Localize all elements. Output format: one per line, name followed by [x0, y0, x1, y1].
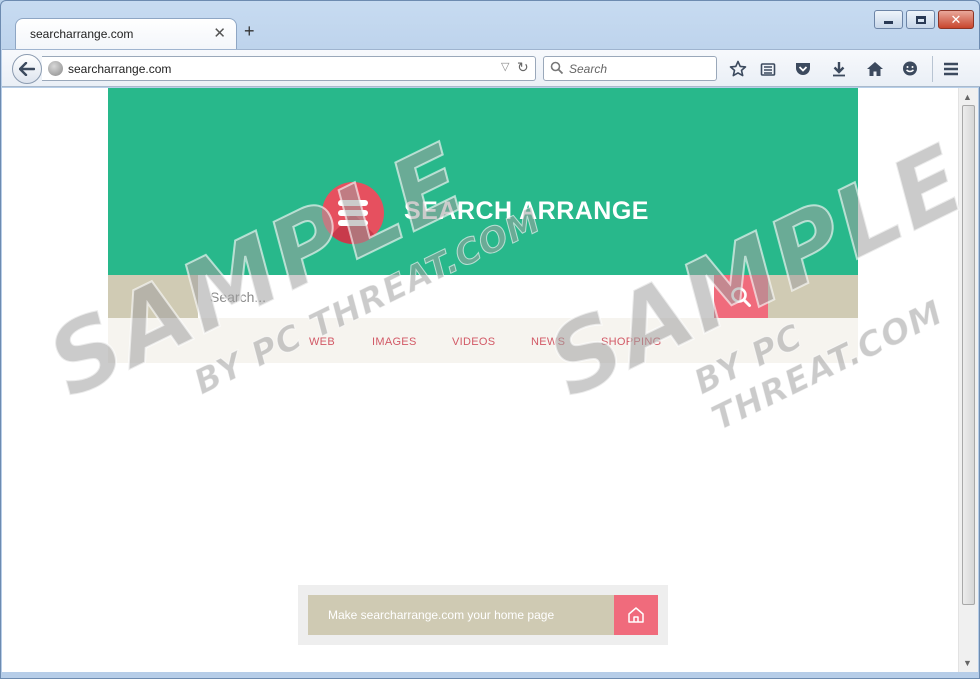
minimize-icon — [884, 21, 893, 24]
scroll-down-icon[interactable]: ▼ — [963, 658, 972, 668]
home-outline-icon — [628, 607, 644, 623]
globe-icon — [48, 61, 63, 76]
download-icon[interactable] — [828, 58, 850, 80]
browser-search-input[interactable]: Search — [543, 56, 717, 81]
set-homepage-text: Make searcharrange.com your home page — [328, 608, 555, 622]
vertical-scrollbar[interactable]: ▲ ▼ — [958, 88, 978, 672]
maximize-button[interactable] — [906, 10, 935, 29]
menu-icon[interactable] — [940, 58, 962, 80]
search-icon — [731, 286, 751, 307]
set-homepage-box: Make searcharrange.com your home page — [298, 585, 668, 645]
new-tab-button[interactable]: + — [244, 21, 255, 42]
logo-icon — [322, 182, 384, 244]
home-icon[interactable] — [864, 58, 886, 80]
tab-close-icon[interactable]: ✕ — [213, 24, 226, 42]
search-strip — [108, 275, 858, 318]
scroll-up-icon[interactable]: ▲ — [963, 92, 972, 102]
navigation-toolbar: searcharrange.com ▽ ↻ Search — [2, 49, 980, 87]
scroll-thumb[interactable] — [962, 105, 975, 605]
toolbar-separator — [932, 56, 933, 82]
url-bar[interactable]: searcharrange.com ▽ ↻ — [42, 56, 536, 81]
set-homepage-button[interactable] — [614, 595, 658, 635]
reading-list-icon[interactable] — [757, 58, 779, 80]
back-arrow-icon — [19, 62, 35, 76]
pocket-icon[interactable] — [792, 58, 814, 80]
url-text[interactable]: searcharrange.com — [68, 62, 171, 76]
search-icon — [550, 61, 564, 75]
tab-searcharrange[interactable]: searcharrange.com ✕ — [15, 18, 237, 49]
search-button[interactable] — [714, 275, 768, 318]
maximize-icon — [915, 15, 926, 24]
search-placeholder: Search — [569, 62, 608, 76]
tab-title: searcharrange.com — [30, 27, 134, 41]
close-icon: ✕ — [950, 12, 962, 27]
page-viewport: SEARCH ARRANGE WEB IMAGES VIDEOS NEWS SH… — [2, 88, 958, 672]
search-input[interactable] — [198, 275, 714, 318]
nav-shopping[interactable]: SHOPPING — [601, 336, 661, 348]
reload-icon[interactable]: ↻ — [517, 59, 529, 76]
set-homepage-link[interactable]: Make searcharrange.com your home page — [308, 595, 614, 635]
brand-name: SEARCH ARRANGE — [404, 197, 649, 225]
nav-news[interactable]: NEWS — [531, 336, 565, 348]
chat-icon[interactable] — [899, 58, 921, 80]
close-window-button[interactable]: ✕ — [938, 10, 974, 29]
nav-web[interactable]: WEB — [309, 336, 335, 348]
browser-window: searcharrange.com ✕ + ✕ searcharrange.co… — [0, 0, 980, 679]
back-button[interactable] — [12, 54, 42, 84]
bookmark-star-icon[interactable] — [727, 58, 749, 80]
minimize-button[interactable] — [874, 10, 903, 29]
search-category-nav: WEB IMAGES VIDEOS NEWS SHOPPING — [108, 318, 858, 363]
url-dropdown-icon[interactable]: ▽ — [501, 60, 509, 73]
nav-videos[interactable]: VIDEOS — [452, 336, 495, 348]
hero-banner: SEARCH ARRANGE — [108, 88, 858, 275]
nav-images[interactable]: IMAGES — [372, 336, 417, 348]
